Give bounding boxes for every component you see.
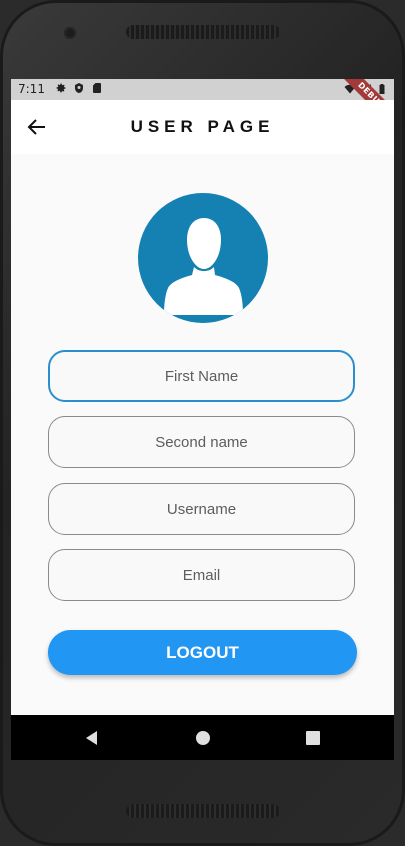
- logout-button[interactable]: LOGOUT: [48, 630, 357, 675]
- avatar: [138, 193, 268, 323]
- home-circle-icon[interactable]: [193, 728, 213, 748]
- first-name-field[interactable]: [48, 350, 355, 402]
- status-icons-left: [55, 82, 103, 94]
- second-name-field[interactable]: [48, 416, 355, 468]
- system-nav-bar: [11, 715, 394, 760]
- top-speaker: [126, 25, 280, 39]
- sd-card-icon: [93, 83, 101, 93]
- status-bar: 7:11 DEBUG: [11, 79, 394, 133]
- email-field[interactable]: [48, 549, 355, 601]
- front-camera: [64, 27, 76, 39]
- back-triangle-icon[interactable]: [83, 728, 103, 748]
- app-bar: USER PAGE: [11, 100, 394, 154]
- username-field[interactable]: [48, 483, 355, 535]
- person-icon: [164, 218, 243, 315]
- shield-icon: [75, 83, 83, 93]
- screen: 7:11 DEBUG USER PAGE First Name Second n…: [11, 79, 394, 760]
- settings-icon: [56, 83, 66, 93]
- status-time: 7:11: [18, 82, 45, 96]
- bottom-speaker: [126, 804, 280, 818]
- phone-frame: 7:11 DEBUG USER PAGE First Name Second n…: [0, 0, 405, 846]
- page-title: USER PAGE: [130, 117, 275, 136]
- recents-square-icon[interactable]: [303, 728, 323, 748]
